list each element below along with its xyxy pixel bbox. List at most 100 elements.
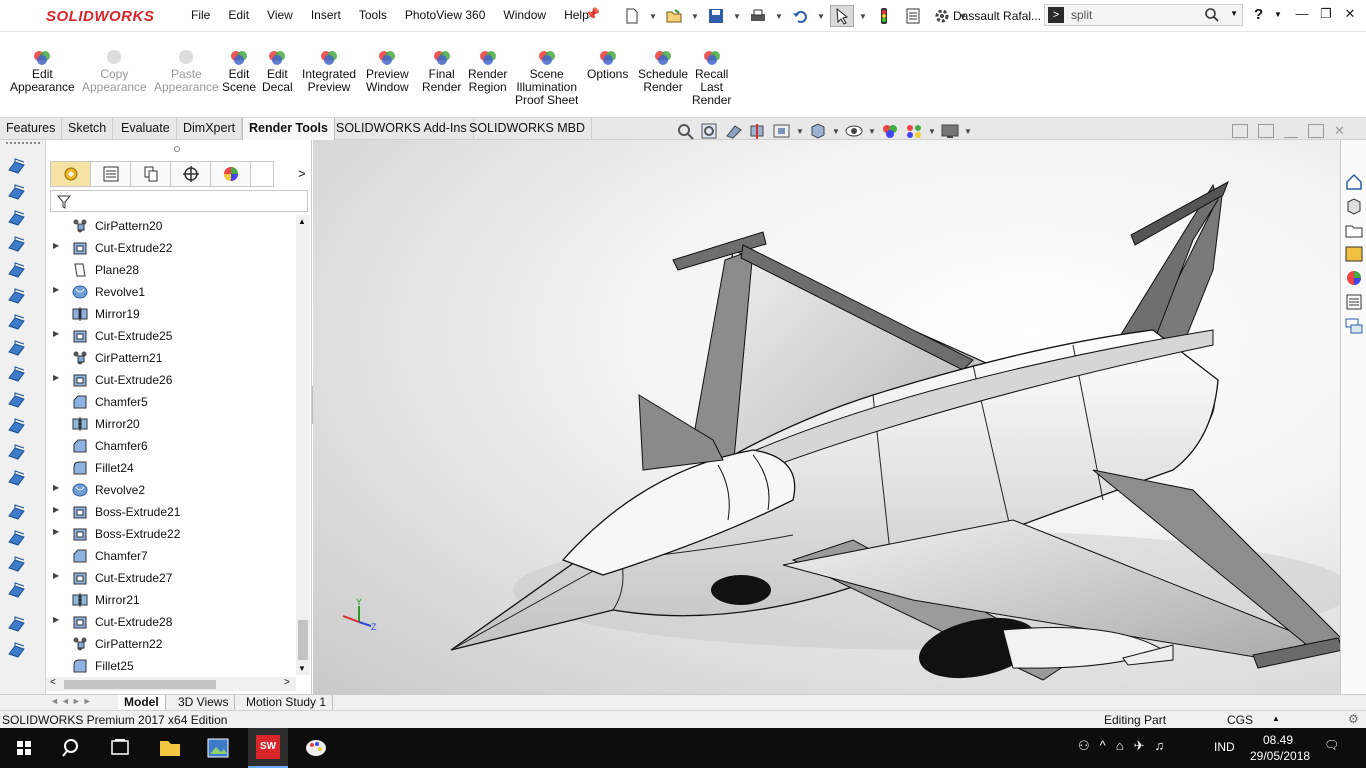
view-palette-icon[interactable] (1344, 244, 1364, 264)
chevron-down-icon[interactable]: ▼ (868, 127, 876, 136)
tree-item-revolve2[interactable]: ▶ Revolve2 (46, 479, 296, 501)
forum-icon[interactable] (1344, 316, 1364, 336)
rib-icon[interactable] (6, 364, 28, 384)
chevron-down-icon[interactable]: ▼ (796, 127, 804, 136)
tree-horizontal-scrollbar[interactable]: < > (46, 677, 296, 691)
tree-item-cut-extrude26[interactable]: ▶ Cut-Extrude26 (46, 369, 296, 391)
chevron-down-icon[interactable]: ▼ (775, 12, 783, 21)
file-properties-icon[interactable] (901, 5, 925, 27)
expand-arrow-icon[interactable]: ▶ (53, 285, 59, 294)
property-manager-tab-icon[interactable] (91, 162, 131, 186)
close-icon[interactable]: ✕ (1340, 6, 1360, 26)
people-icon[interactable]: ⚇ (1078, 738, 1090, 754)
curves-icon[interactable] (6, 614, 28, 634)
scrollbar-thumb[interactable] (64, 680, 216, 689)
split-view-vertical-icon[interactable] (1258, 124, 1274, 138)
menu-file[interactable]: File (182, 8, 219, 22)
previous-view-icon[interactable] (724, 122, 744, 140)
chevron-down-icon[interactable]: ▼ (649, 12, 657, 21)
file-explorer-icon[interactable] (152, 734, 188, 762)
edit-decal-button[interactable]: Edit Decal (262, 48, 293, 94)
open-icon[interactable] (662, 5, 686, 27)
tab-solidworks-mbd[interactable]: SOLIDWORKS MBD (463, 118, 592, 140)
expand-arrow-icon[interactable]: ▶ (53, 615, 59, 624)
tree-item-plane28[interactable]: Plane28 (46, 259, 296, 281)
paste-appearance-button[interactable]: Paste Appearance (154, 48, 219, 94)
airplane-mode-icon[interactable]: ✈ (1134, 738, 1145, 754)
language-indicator[interactable]: IND (1214, 740, 1235, 754)
final-render-button[interactable]: Final Render (422, 48, 461, 94)
scroll-right-icon[interactable]: > (284, 677, 290, 688)
bottom-tab-motion-study-1[interactable]: Motion Study 1 (240, 695, 334, 711)
section-view-icon[interactable] (748, 122, 768, 140)
notification-icon[interactable]: 🗨 (1324, 738, 1339, 752)
tree-item-mirror20[interactable]: Mirror20 (46, 413, 296, 435)
tree-item-cut-extrude25[interactable]: ▶ Cut-Extrude25 (46, 325, 296, 347)
search-icon[interactable] (54, 734, 90, 762)
copy-appearance-button[interactable]: Copy Appearance (82, 48, 147, 94)
options-button[interactable]: Options (587, 48, 628, 81)
tree-item-revolve1[interactable]: ▶ Revolve1 (46, 281, 296, 303)
tab-features[interactable]: Features (0, 118, 63, 140)
draft-icon[interactable] (6, 442, 28, 462)
chevron-down-icon[interactable]: ▼ (1230, 9, 1238, 18)
tree-item-chamfer5[interactable]: Chamfer5 (46, 391, 296, 413)
hide-show-items-icon[interactable] (844, 122, 864, 140)
expand-arrow-icon[interactable]: ▶ (53, 505, 59, 514)
linear-pattern-icon[interactable] (6, 468, 28, 488)
plane-icon[interactable] (6, 312, 28, 332)
help-icon[interactable]: ? (1254, 6, 1263, 23)
solidworks-taskbar-icon[interactable]: SW (248, 728, 288, 768)
restore-icon[interactable]: ❐ (1316, 6, 1336, 26)
expand-arrow-icon[interactable]: ▶ (53, 483, 59, 492)
design-library-icon[interactable] (1344, 196, 1364, 216)
revolved-boss-icon[interactable] (6, 182, 28, 202)
display-manager-tab-icon[interactable] (211, 162, 251, 186)
menu-insert[interactable]: Insert (302, 8, 350, 22)
toolbar-grip[interactable] (6, 142, 40, 144)
dimxpert-manager-tab-icon[interactable] (171, 162, 211, 186)
chevron-down-icon[interactable]: ▼ (832, 127, 840, 136)
edit-appearance-icon[interactable] (880, 122, 900, 140)
chevron-down-icon[interactable]: ▼ (859, 12, 867, 21)
bottom-tab-3d-views[interactable]: 3D Views (172, 695, 236, 711)
rebuild-icon[interactable] (872, 5, 896, 27)
custom-properties-icon[interactable] (1344, 292, 1364, 312)
close-icon[interactable]: ✕ (1334, 124, 1348, 138)
graphics-viewport[interactable]: Y Z (313, 140, 1340, 694)
tab-solidworks-add-ins[interactable]: SOLIDWORKS Add-Ins (330, 118, 474, 140)
chevron-down-icon[interactable]: ▼ (928, 127, 936, 136)
configuration-manager-tab-icon[interactable] (131, 162, 171, 186)
print-icon[interactable] (746, 5, 770, 27)
wrap-icon[interactable] (6, 390, 28, 410)
restore-icon[interactable] (1308, 124, 1324, 138)
scroll-left-icon[interactable]: < (50, 677, 56, 688)
dynamic-annotation-icon[interactable] (772, 122, 792, 140)
shell-icon[interactable] (6, 338, 28, 358)
tree-item-cut-extrude28[interactable]: ▶ Cut-Extrude28 (46, 611, 296, 633)
tree-item-fillet24[interactable]: Fillet24 (46, 457, 296, 479)
search-icon[interactable] (1204, 7, 1220, 26)
undo-icon[interactable] (788, 5, 812, 27)
chevron-down-icon[interactable]: ▼ (1274, 10, 1282, 19)
chevron-up-icon[interactable]: ▲ (1272, 714, 1280, 723)
zoom-to-area-icon[interactable] (700, 122, 720, 140)
tree-item-boss-extrude22[interactable]: ▶ Boss-Extrude22 (46, 523, 296, 545)
home-icon[interactable] (1344, 172, 1364, 192)
tree-item-chamfer6[interactable]: Chamfer6 (46, 435, 296, 457)
task-view-icon[interactable] (102, 734, 138, 762)
select-cursor-icon[interactable] (830, 5, 854, 27)
edit-scene-button[interactable]: Edit Scene (222, 48, 256, 94)
instant3d-icon[interactable] (6, 640, 28, 660)
settings-icon[interactable]: ⚙ (1348, 712, 1359, 726)
mirror-icon[interactable] (6, 416, 28, 436)
tab-evaluate[interactable]: Evaluate (115, 118, 177, 140)
windows-start-icon[interactable] (6, 734, 42, 762)
schedule-render-button[interactable]: Schedule Render (638, 48, 688, 94)
tree-item-cirpattern22[interactable]: CirPattern22 (46, 633, 296, 655)
tree-item-cirpattern21[interactable]: CirPattern21 (46, 347, 296, 369)
panel-grip-icon[interactable] (174, 146, 180, 152)
scroll-up-icon[interactable]: ▲ (298, 217, 306, 226)
intersect-icon[interactable] (6, 528, 28, 548)
chevron-up-icon[interactable]: ^ (1100, 738, 1106, 754)
